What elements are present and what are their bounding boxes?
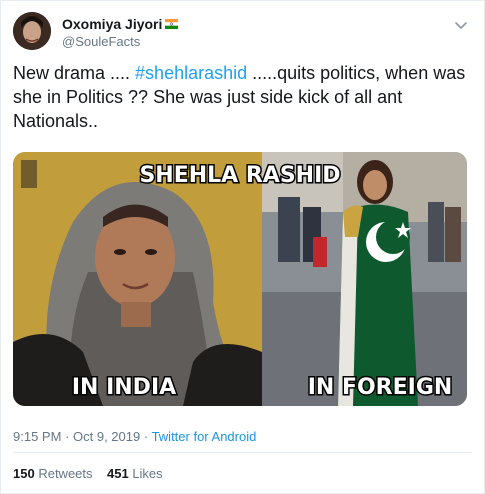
tweet-timestamp: 9:15 PM · Oct 9, 2019 · Twitter for Andr…	[13, 429, 256, 444]
tweet-stats: 150 Retweets 451 Likes	[13, 466, 163, 481]
avatar[interactable]	[13, 12, 51, 50]
tweet-media-image[interactable]: SHEHLA RASHID IN INDIA IN FOREIGN	[13, 152, 467, 406]
retweets-stat[interactable]: 150 Retweets	[13, 466, 93, 481]
india-flag-icon	[165, 19, 179, 29]
likes-count: 451	[106, 466, 129, 481]
author-name-text[interactable]: Oxomiya Jiyori	[62, 16, 162, 32]
tweet-card: Oxomiya Jiyori @SouleFacts New drama ...…	[0, 0, 485, 494]
likes-stat[interactable]: 451 Likes	[107, 466, 163, 481]
divider	[13, 452, 472, 453]
retweets-label: Retweets	[38, 466, 93, 481]
media-left-caption: IN INDIA	[72, 375, 176, 400]
tweet-source-link[interactable]: Twitter for Android	[152, 429, 257, 444]
hashtag-link[interactable]: #shehlarashid	[135, 63, 247, 83]
meta-separator: ·	[143, 429, 152, 444]
likes-label: Likes	[132, 466, 163, 481]
author-name[interactable]: Oxomiya Jiyori	[62, 16, 179, 32]
tweet-text: New drama .... #shehlarashid .....quits …	[13, 61, 473, 133]
tweet-date[interactable]: Oct 9, 2019	[73, 429, 140, 444]
retweets-count: 150	[13, 466, 35, 481]
chevron-down-icon[interactable]	[453, 17, 469, 33]
tweet-text-start: New drama ....	[13, 63, 136, 83]
meta-separator: ·	[65, 429, 73, 444]
media-title-caption: SHEHLA RASHID	[139, 163, 340, 188]
author-handle[interactable]: @SouleFacts	[62, 34, 140, 49]
tweet-time[interactable]: 9:15 PM	[13, 429, 61, 444]
media-right-caption: IN FOREIGN	[308, 375, 453, 400]
